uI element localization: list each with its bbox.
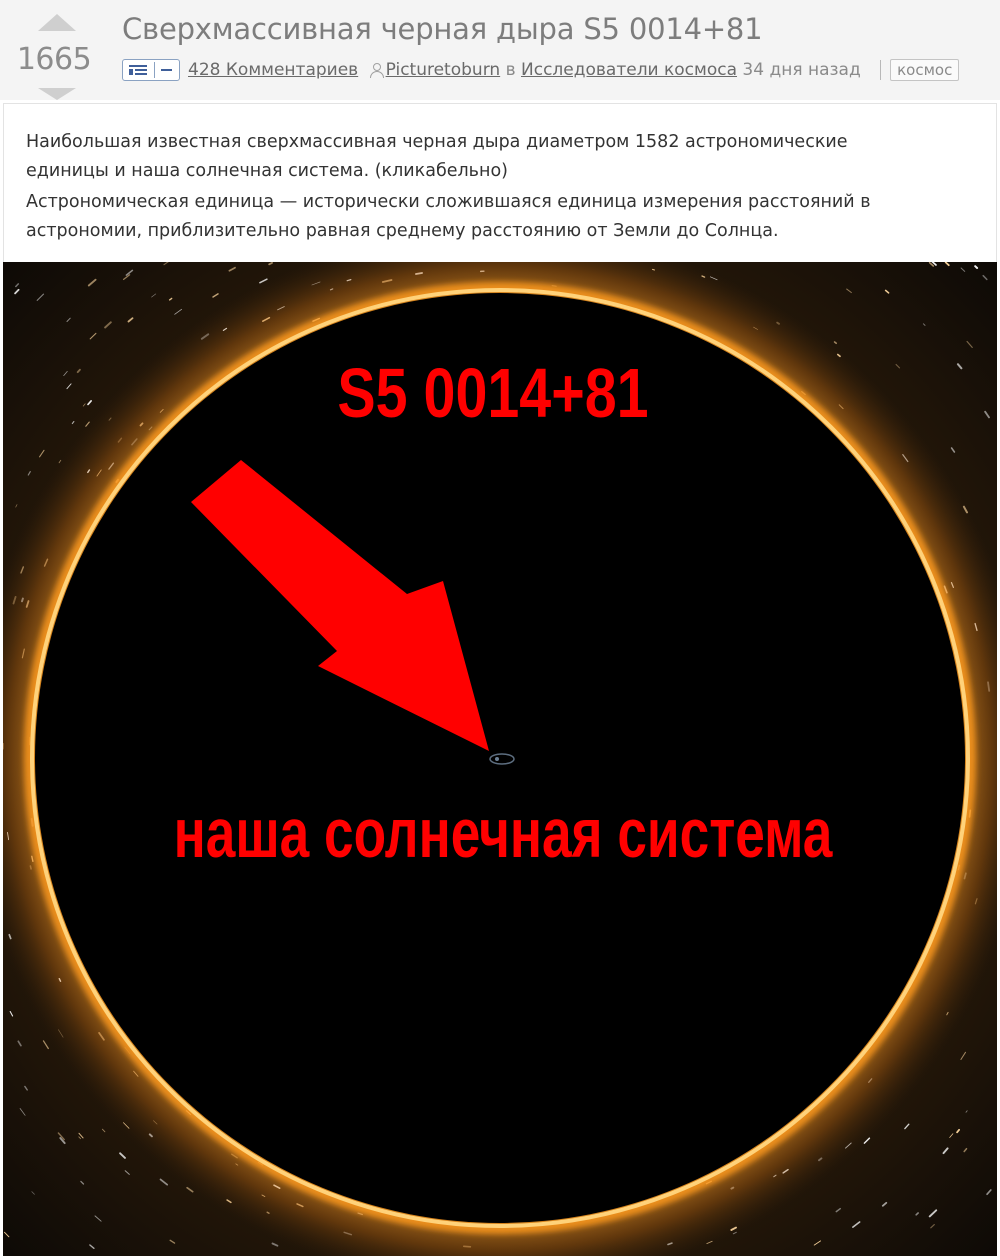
black-hole	[35, 293, 965, 1223]
post-description: Наибольшая известная сверхмассивная черн…	[3, 103, 997, 263]
black-hole-label: S5 0014+81	[337, 354, 648, 433]
post-image[interactable]: S5 0014+81 наша солнечная система	[3, 262, 997, 1256]
post-page: 1665 Сверхмассивная черная дыра S5 0014+…	[0, 0, 1000, 1260]
solar-system-label: наша солнечная система	[174, 795, 833, 873]
expand-toggle-button[interactable]	[122, 59, 180, 81]
star	[833, 341, 837, 345]
star	[268, 262, 273, 266]
description-line: единицы и наша солнечная система. (клика…	[26, 161, 508, 181]
vote-up-icon[interactable]	[38, 14, 76, 31]
minus-icon	[161, 69, 172, 71]
description-line: Наибольшая известная сверхмассивная черн…	[26, 132, 848, 152]
star	[974, 265, 979, 269]
post-header: 1665 Сверхмассивная черная дыра S5 0014+…	[0, 0, 1000, 100]
user-icon	[369, 62, 384, 78]
vote-down-icon[interactable]	[38, 88, 76, 100]
post-meta: 428 Комментариев Picturetoburn в Исследо…	[122, 59, 1000, 85]
description-line: астрономии, приблизительно равная средне…	[26, 221, 779, 241]
in-word: в	[505, 60, 516, 80]
community-link[interactable]: Исследователи космоса	[521, 60, 737, 80]
post-title[interactable]: Сверхмассивная черная дыра S5 0014+81	[122, 12, 763, 46]
rating-count: 1665	[16, 42, 92, 77]
description-line: Астрономическая единица — исторически сл…	[26, 192, 871, 212]
author-link[interactable]: Picturetoburn	[386, 60, 501, 80]
comments-link[interactable]: 428 Комментариев	[188, 60, 358, 80]
tag-separator	[880, 60, 882, 80]
post-time: 34 дня назад	[742, 60, 861, 80]
tag-space[interactable]: космос	[890, 59, 960, 81]
expand-toggle-icon	[129, 65, 147, 75]
vote-widget: 1665	[8, 10, 100, 100]
